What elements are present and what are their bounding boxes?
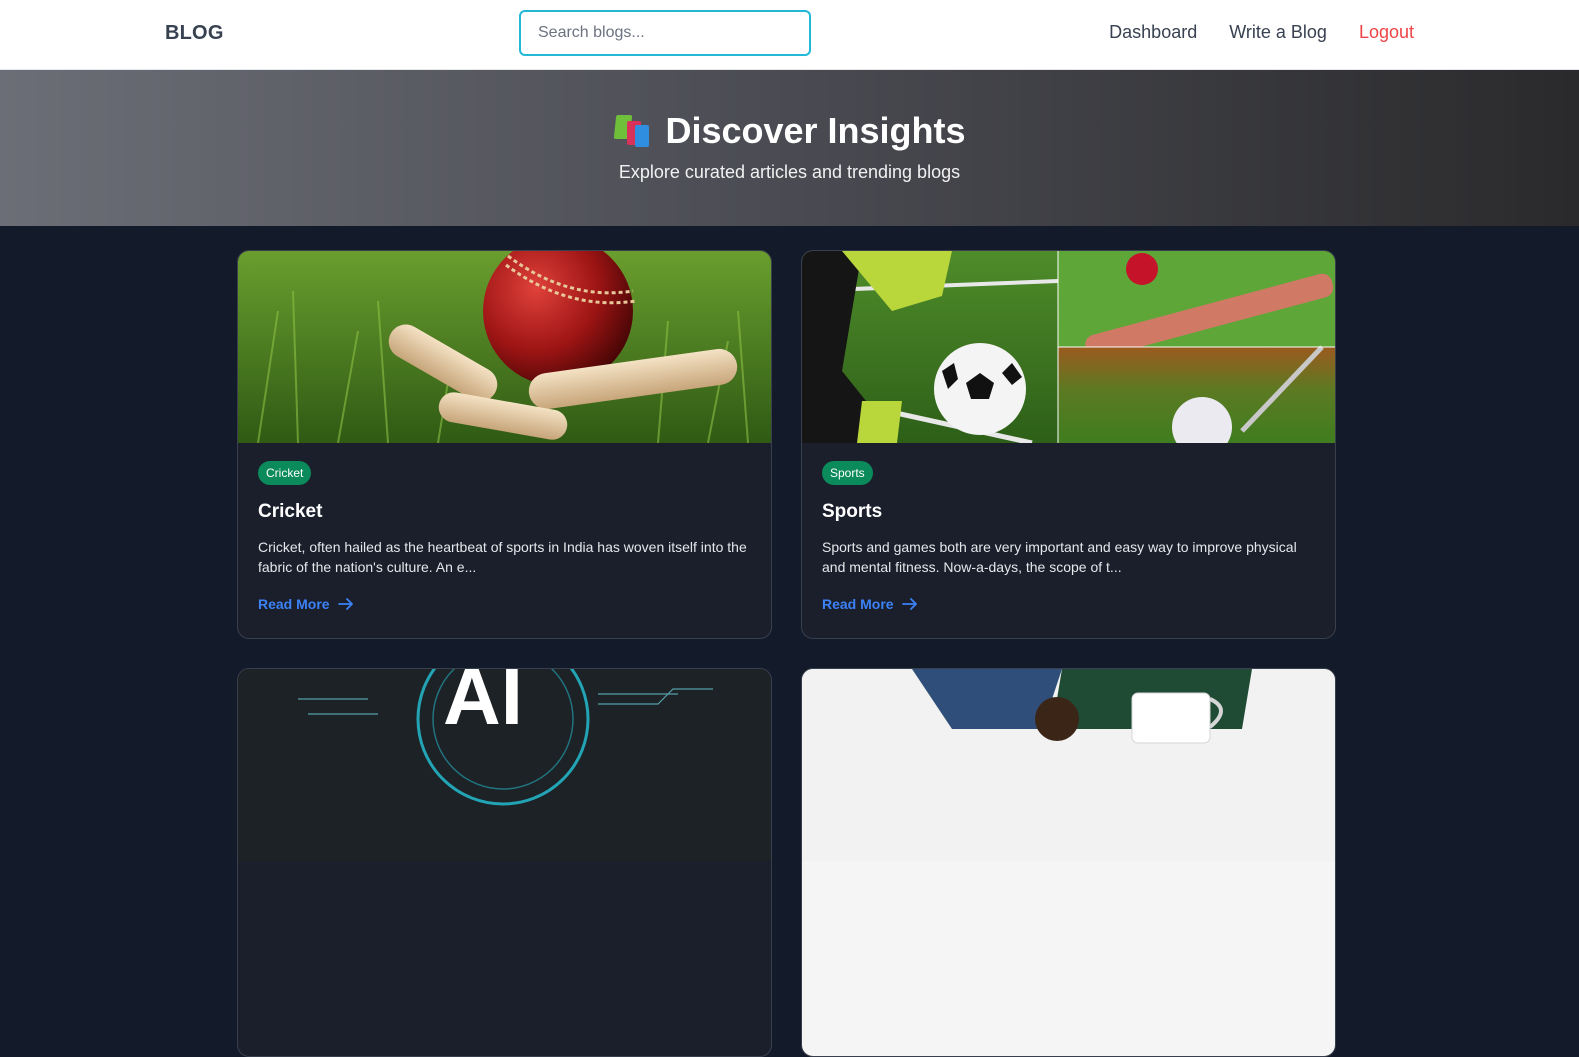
hero-title: Discover Insights — [0, 110, 1579, 152]
card-title[interactable]: Sports — [822, 501, 1315, 523]
blog-card-sports[interactable]: Sports Sports Sports and games both are … — [801, 250, 1336, 639]
card-description: Sports and games both are very important… — [822, 539, 1297, 575]
hero-subtitle: Explore curated articles and trending bl… — [618, 162, 961, 182]
navbar: BLOG Dashboard Write a Blog Logout — [0, 0, 1579, 70]
nav-link-write-blog[interactable]: Write a Blog — [1229, 22, 1327, 43]
nav-link-dashboard[interactable]: Dashboard — [1109, 22, 1197, 43]
nav-links: Dashboard Write a Blog Logout — [1109, 22, 1414, 43]
arrow-right-icon — [901, 598, 917, 610]
card-title[interactable]: Cricket — [258, 501, 751, 523]
hero-banner: Discover Insights Explore curated articl… — [0, 70, 1579, 226]
ai-image-text: AI — [443, 669, 523, 741]
blog-card-cricket[interactable]: Cricket Cricket Cricket, often hailed as… — [237, 250, 772, 639]
arrow-right-icon — [337, 598, 353, 610]
brand-logo[interactable]: BLOG — [165, 22, 224, 45]
hero-title-text: Discover Insights — [665, 110, 966, 151]
nav-link-logout[interactable]: Logout — [1359, 22, 1414, 43]
coffee-image — [802, 669, 1335, 861]
blog-card-coffee[interactable] — [801, 668, 1336, 1057]
card-description: Cricket, often hailed as the heartbeat o… — [258, 539, 747, 575]
blog-card-ai[interactable]: AI — [237, 668, 772, 1057]
search-input[interactable] — [519, 10, 811, 56]
ai-image: AI — [238, 669, 771, 861]
category-tag[interactable]: Sports — [822, 461, 873, 485]
read-more-link[interactable]: Read More — [822, 596, 918, 612]
read-more-link[interactable]: Read More — [258, 596, 354, 612]
books-icon — [613, 113, 651, 149]
category-tag[interactable]: Cricket — [258, 461, 312, 485]
cricket-image — [238, 251, 771, 443]
sports-image — [802, 251, 1335, 443]
